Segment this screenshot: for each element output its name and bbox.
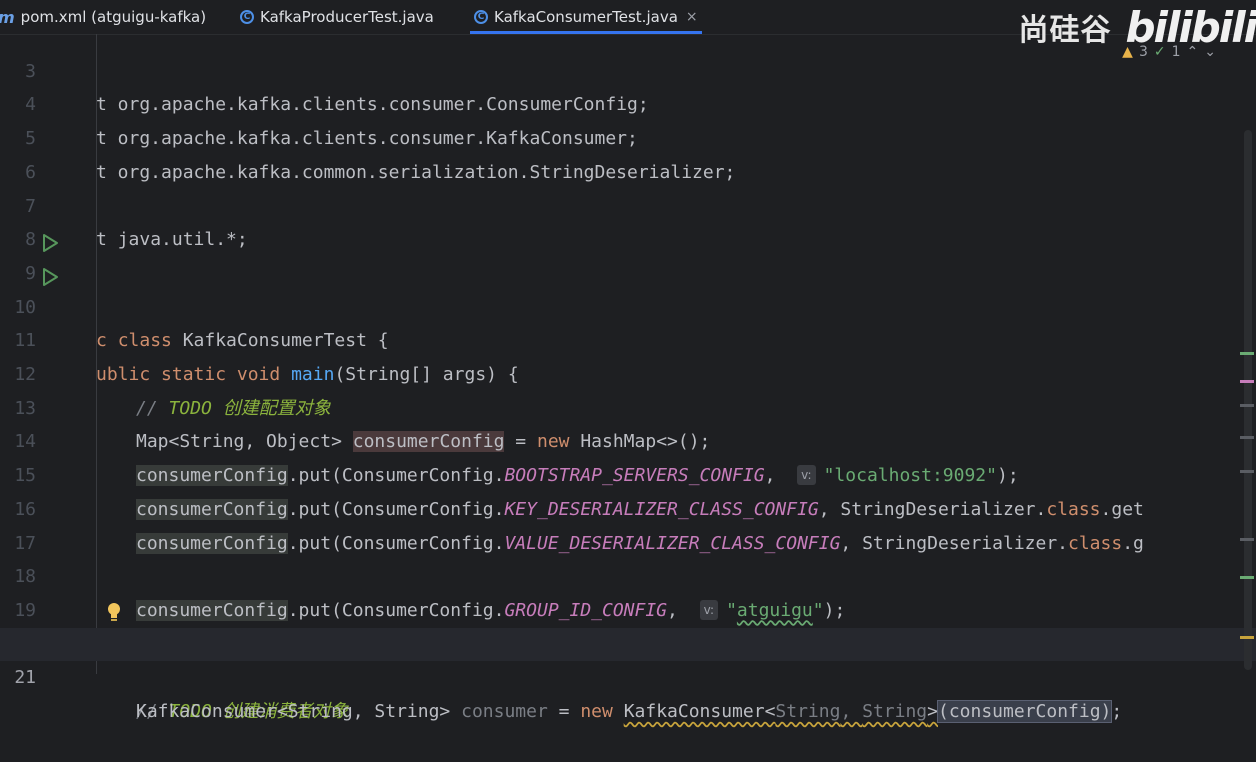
code-line: 7 t java.util.*;: [0, 156, 1256, 251]
code-line: 16 consumerConfig.put(ConsumerConfig.VAL…: [0, 459, 1256, 554]
stripe-mark: [1240, 538, 1254, 541]
code-line: 6: [0, 122, 1256, 183]
code-line: 5 t org.apache.kafka.common.serializatio…: [0, 88, 1256, 183]
stripe-mark: [1240, 436, 1254, 439]
code-line: 14 consumerConfig.put(ConsumerConfig.BOO…: [0, 392, 1256, 487]
stripe-mark: [1240, 404, 1254, 407]
stripe-mark: [1240, 352, 1254, 355]
ok-count: 1: [1171, 44, 1181, 60]
stripe-mark: [1240, 576, 1254, 579]
code-line: 18 consumerConfig.put(ConsumerConfig.GRO…: [0, 527, 1256, 621]
code-line: 9 c class KafkaConsumerTest {: [0, 223, 1256, 351]
line-number: 21: [14, 667, 36, 689]
error-stripe: [1240, 130, 1254, 670]
stripe-mark: [1240, 380, 1254, 383]
code-text: KafkaConsumer<String, String> consumer =…: [136, 700, 1123, 723]
warning-icon: ▲: [1122, 44, 1133, 60]
inspection-widget[interactable]: ▲ 3 ✓ 1 ⌃ ⌄: [1122, 44, 1216, 60]
code-line: 13 Map<String, Object> consumerConfig = …: [0, 358, 1256, 453]
code-line: 11: [0, 291, 1256, 351]
code-line: 10 ublic static void main(String[] args)…: [0, 257, 1256, 385]
code-line-current: 21 KafkaConsumer<String, String> consume…: [0, 627, 1256, 723]
code-line: 19: [0, 560, 1256, 621]
code-line: 3 t org.apache.kafka.clients.consumer.Co…: [0, 21, 1256, 116]
stripe-mark: [1240, 470, 1254, 473]
code-line: 17: [0, 493, 1256, 554]
code-editor[interactable]: 3 t org.apache.kafka.clients.consumer.Co…: [0, 34, 1256, 723]
code-line: 12 // TODO 创建配置对象: [0, 324, 1256, 419]
chevron-down-icon[interactable]: ⌄: [1204, 44, 1216, 60]
code-line: 4 t org.apache.kafka.clients.consumer.Ka…: [0, 55, 1256, 149]
check-icon: ✓: [1153, 44, 1166, 60]
warning-count: 3: [1138, 44, 1148, 60]
code-line: 8: [0, 190, 1256, 250]
code-line: 20 // TODO 创建消费者对象: [0, 594, 1256, 722]
stripe-mark: [1240, 636, 1254, 639]
chevron-up-icon[interactable]: ⌃: [1187, 44, 1199, 60]
code-line: 15 consumerConfig.put(ConsumerConfig.KEY…: [0, 425, 1256, 520]
